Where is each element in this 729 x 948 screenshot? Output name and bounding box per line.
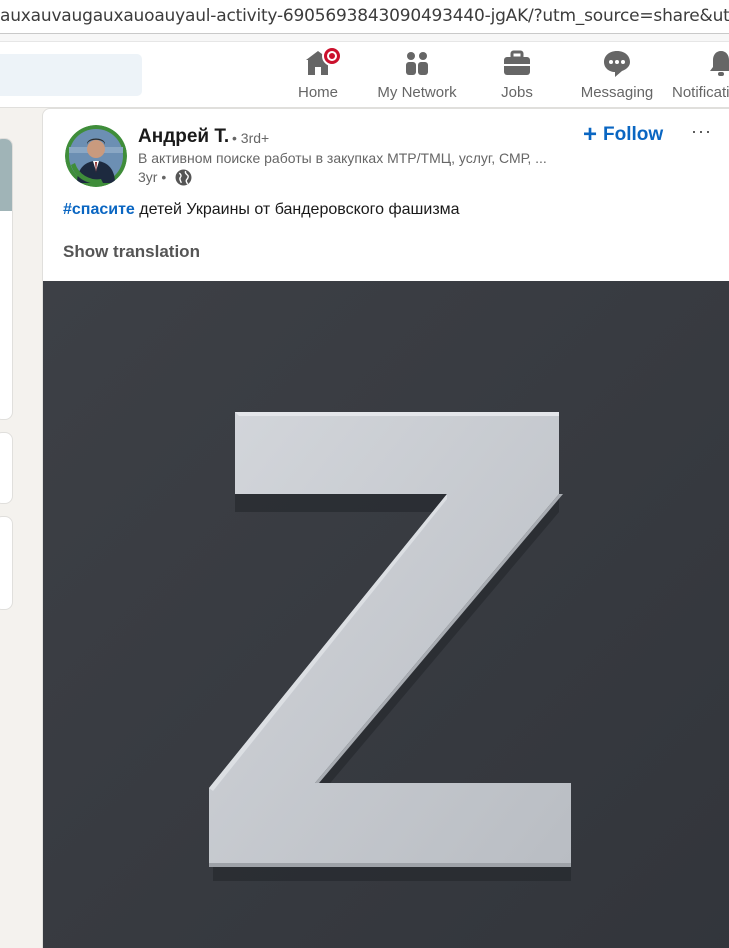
connection-degree: • 3rd+ (232, 130, 270, 146)
globe-icon (175, 169, 192, 186)
follow-button[interactable]: + Follow (583, 121, 663, 149)
nav-notifications[interactable]: Notifications (672, 48, 729, 104)
post-image[interactable]: Z (43, 281, 729, 948)
browser-url-bar[interactable]: auxauvaugauxauoauyaul-activity-690569384… (0, 0, 729, 34)
search-input[interactable] (0, 54, 142, 96)
home-icon (303, 46, 342, 78)
nav-jobs-label: Jobs (501, 84, 533, 101)
author-name[interactable]: Андрей Т. (138, 126, 229, 148)
profile-card-banner (0, 139, 12, 211)
side-card-fragment (0, 516, 13, 610)
plus-icon: + (583, 121, 598, 148)
nav-jobs[interactable]: Jobs (494, 48, 540, 104)
author-avatar[interactable] (65, 125, 127, 187)
bell-icon (706, 48, 729, 78)
post-body-text: детей Украины от бандеровского фашизма (134, 201, 460, 218)
nav-notifications-label: Notifications (672, 84, 729, 101)
briefcase-icon (502, 48, 532, 78)
global-nav: Home My Network Jobs Messaging Notificat… (0, 42, 729, 108)
messaging-icon (602, 48, 632, 78)
nav-messaging[interactable]: Messaging (576, 48, 658, 104)
author-headline: В активном поиске работы в закупках МТР/… (138, 150, 547, 166)
nav-my-network-label: My Network (377, 84, 457, 101)
nav-my-network[interactable]: My Network (372, 48, 462, 104)
nav-home[interactable]: Home (292, 46, 344, 104)
post-body: #спасите детей Украины от бандеровского … (63, 201, 460, 219)
more-options-button[interactable]: ··· (691, 121, 713, 145)
hashtag-link[interactable]: #спасите (63, 201, 135, 218)
nav-home-label: Home (297, 84, 338, 101)
url-text[interactable]: auxauvaugauxauoauyaul-activity-690569384… (0, 6, 729, 26)
follow-label: Follow (603, 124, 664, 145)
network-icon (402, 48, 432, 78)
feed-post: Андрей Т. • 3rd+ В активном поиске работ… (42, 108, 729, 948)
profile-card-fragment (0, 138, 13, 420)
post-timestamp: 3yr • (138, 169, 167, 185)
nav-messaging-label: Messaging (580, 84, 654, 101)
notification-badge (322, 46, 342, 66)
show-translation-button[interactable]: Show translation (63, 242, 200, 262)
toolbar-divider (0, 34, 729, 42)
side-card-fragment (0, 432, 13, 504)
